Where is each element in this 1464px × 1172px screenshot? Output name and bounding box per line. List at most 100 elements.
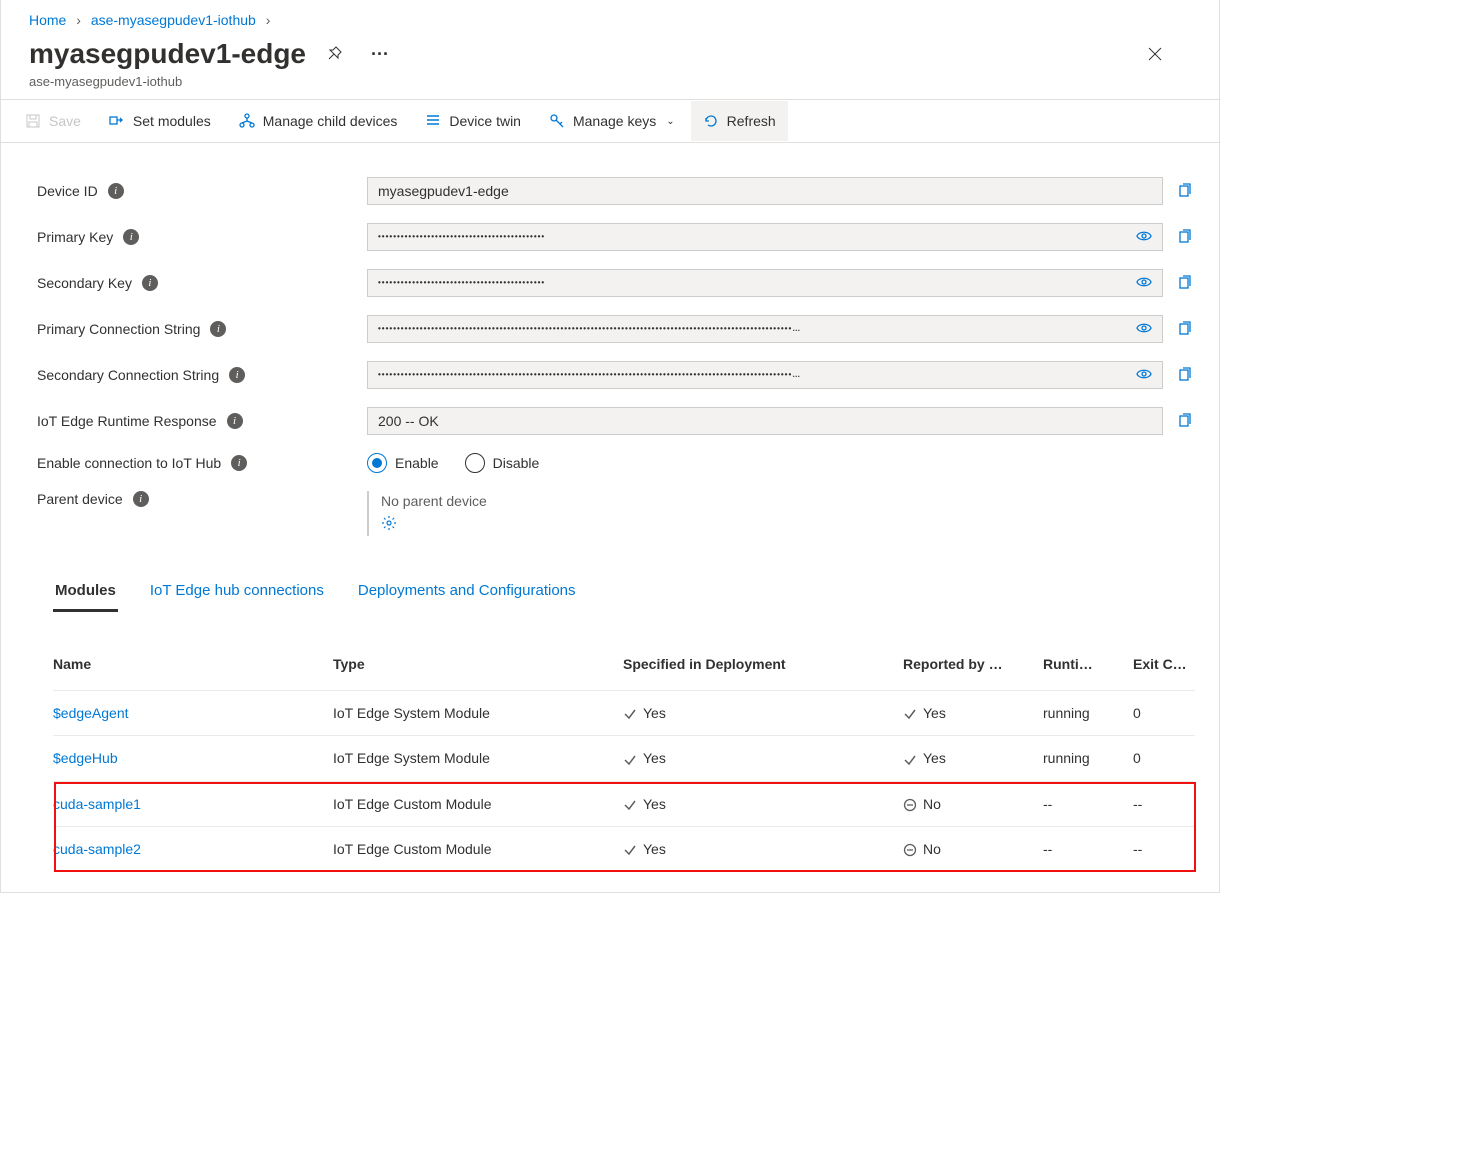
tab-hub-connections[interactable]: IoT Edge hub connections [148, 574, 326, 612]
cell-specified: Yes [623, 841, 903, 857]
enable-conn-label: Enable connection to IoT Hub [37, 455, 221, 471]
tab-deployments[interactable]: Deployments and Configurations [356, 574, 578, 612]
info-icon[interactable]: i [108, 183, 124, 199]
primary-key-label: Primary Key [37, 229, 113, 245]
cell-reported: No [903, 841, 1043, 857]
device-id-field: myasegpudev1-edge [367, 177, 1163, 205]
eye-icon[interactable] [1136, 366, 1152, 385]
primary-conn-label: Primary Connection String [37, 321, 200, 337]
info-icon[interactable]: i [231, 455, 247, 471]
cell-type: IoT Edge System Module [333, 750, 623, 766]
modules-table: Name Type Specified in Deployment Report… [37, 612, 1195, 872]
cell-runtime: -- [1043, 841, 1133, 857]
manage-child-button[interactable]: Manage child devices [227, 101, 410, 141]
col-type[interactable]: Type [333, 656, 623, 672]
set-modules-button[interactable]: Set modules [97, 101, 223, 141]
copy-icon[interactable] [1177, 229, 1195, 245]
info-icon[interactable]: i [229, 367, 245, 383]
check-icon [903, 707, 917, 721]
table-row: $edgeAgentIoT Edge System ModuleYesYesru… [53, 691, 1195, 736]
device-id-label: Device ID [37, 183, 98, 199]
secondary-conn-label: Secondary Connection String [37, 367, 219, 383]
module-link[interactable]: cuda-sample1 [53, 796, 141, 812]
disable-radio[interactable]: Disable [465, 453, 540, 473]
runtime-response-field: 200 -- OK [367, 407, 1163, 435]
enable-radio-label: Enable [395, 455, 439, 471]
refresh-label: Refresh [727, 113, 776, 129]
close-icon[interactable] [1137, 36, 1173, 72]
tabs: Modules IoT Edge hub connections Deploym… [37, 554, 1195, 612]
disable-radio-label: Disable [493, 455, 540, 471]
pin-icon[interactable] [316, 36, 352, 72]
device-twin-label: Device twin [449, 113, 521, 129]
info-icon[interactable]: i [123, 229, 139, 245]
breadcrumb-home[interactable]: Home [29, 12, 66, 28]
minus-circle-icon [903, 798, 917, 812]
check-icon [623, 753, 637, 767]
chevron-right-icon: › [76, 12, 81, 28]
col-exit[interactable]: Exit C… [1133, 656, 1213, 672]
breadcrumb-parent[interactable]: ase-myasegpudev1-iothub [91, 12, 256, 28]
table-row: cuda-sample1IoT Edge Custom ModuleYesNo-… [53, 782, 1195, 827]
check-icon [623, 707, 637, 721]
cell-reported: Yes [903, 750, 1043, 766]
runtime-response-label: IoT Edge Runtime Response [37, 413, 217, 429]
more-icon[interactable]: ··· [362, 36, 398, 72]
page-subtitle: ase-myasegpudev1-iothub [1, 72, 1219, 99]
module-link[interactable]: $edgeAgent [53, 705, 129, 721]
cell-runtime: running [1043, 705, 1133, 721]
cell-type: IoT Edge Custom Module [333, 796, 623, 812]
secondary-key-field: ••••••••••••••••••••••••••••••••••••••••… [367, 269, 1163, 297]
cell-exit: 0 [1133, 750, 1213, 766]
eye-icon[interactable] [1136, 274, 1152, 293]
table-row: $edgeHubIoT Edge System ModuleYesYesrunn… [53, 736, 1195, 781]
info-icon[interactable]: i [133, 491, 149, 507]
secondary-key-label: Secondary Key [37, 275, 132, 291]
copy-icon[interactable] [1177, 413, 1195, 429]
check-icon [623, 798, 637, 812]
cell-specified: Yes [623, 705, 903, 721]
cell-type: IoT Edge System Module [333, 705, 623, 721]
copy-icon[interactable] [1177, 183, 1195, 199]
minus-circle-icon [903, 843, 917, 857]
refresh-button[interactable]: Refresh [691, 101, 788, 141]
eye-icon[interactable] [1136, 320, 1152, 339]
manage-child-label: Manage child devices [263, 113, 398, 129]
manage-keys-button[interactable]: Manage keys ⌄ [537, 101, 687, 141]
enable-radio[interactable]: Enable [367, 453, 439, 473]
cell-exit: -- [1133, 841, 1213, 857]
copy-icon[interactable] [1177, 275, 1195, 291]
copy-icon[interactable] [1177, 367, 1195, 383]
cell-specified: Yes [623, 750, 903, 766]
cell-type: IoT Edge Custom Module [333, 841, 623, 857]
cell-runtime: -- [1043, 796, 1133, 812]
secondary-conn-field: ••••••••••••••••••••••••••••••••••••••••… [367, 361, 1163, 389]
info-icon[interactable]: i [227, 413, 243, 429]
module-link[interactable]: cuda-sample2 [53, 841, 141, 857]
list-icon [425, 113, 441, 129]
eye-icon[interactable] [1136, 228, 1152, 247]
set-modules-icon [109, 113, 125, 129]
device-twin-button[interactable]: Device twin [413, 101, 533, 141]
page-title: myasegpudev1-edge [29, 38, 306, 70]
chevron-down-icon: ⌄ [666, 116, 674, 127]
col-runtime[interactable]: Runti… [1043, 656, 1133, 672]
module-link[interactable]: $edgeHub [53, 750, 118, 766]
chevron-right-icon: › [266, 12, 271, 28]
info-icon[interactable]: i [142, 275, 158, 291]
copy-icon[interactable] [1177, 321, 1195, 337]
refresh-icon [703, 113, 719, 129]
col-reported[interactable]: Reported by … [903, 656, 1043, 672]
tab-modules[interactable]: Modules [53, 574, 118, 612]
parent-device-value: No parent device [381, 493, 487, 509]
info-icon[interactable]: i [210, 321, 226, 337]
col-name[interactable]: Name [53, 656, 333, 672]
set-modules-label: Set modules [133, 113, 211, 129]
cell-specified: Yes [623, 796, 903, 812]
save-button: Save [13, 101, 93, 141]
col-specified[interactable]: Specified in Deployment [623, 656, 903, 672]
parent-device-label: Parent device [37, 491, 123, 507]
gear-icon[interactable] [381, 518, 397, 534]
breadcrumb: Home › ase-myasegpudev1-iothub › [1, 0, 1219, 36]
manage-keys-label: Manage keys [573, 113, 656, 129]
